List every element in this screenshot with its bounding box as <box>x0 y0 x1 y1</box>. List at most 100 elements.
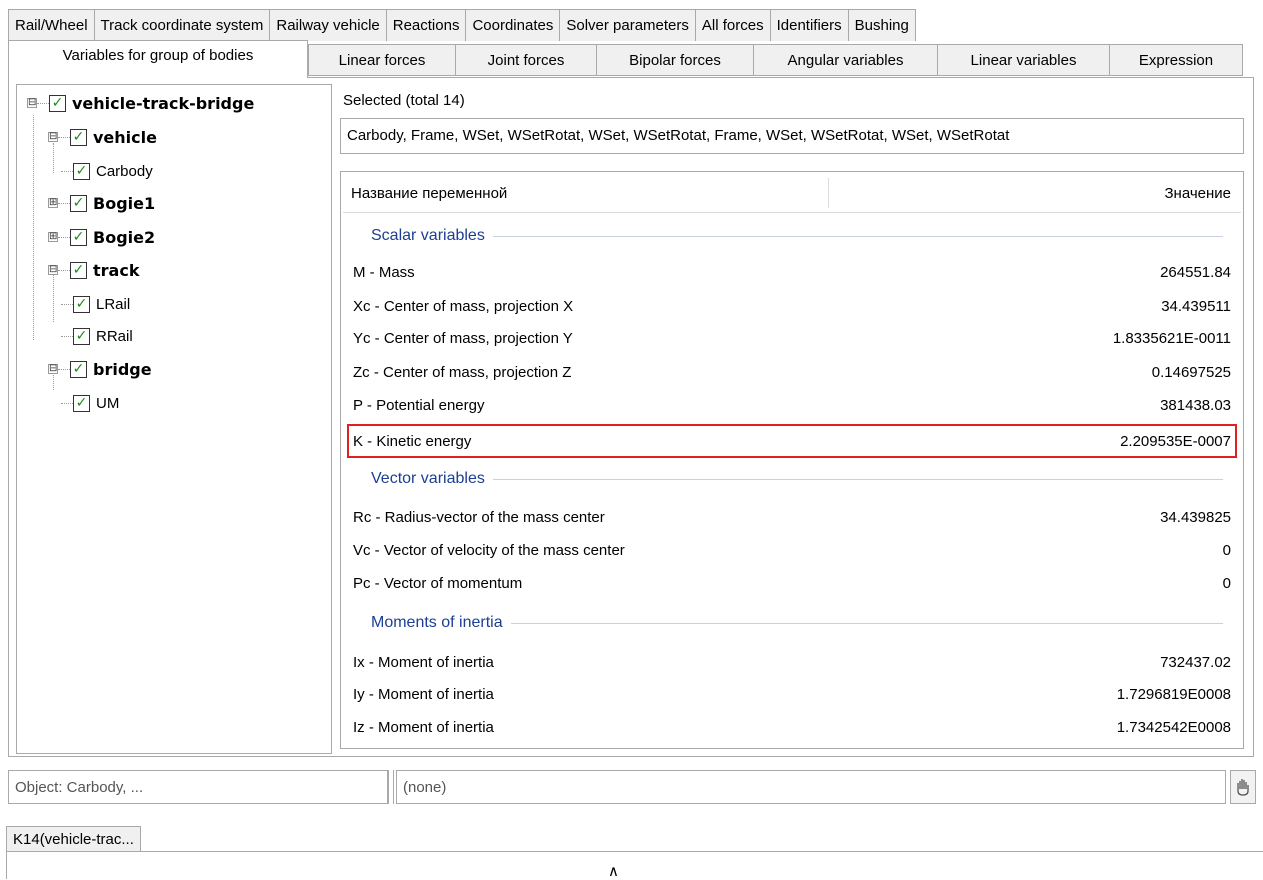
tree-node-vehicle[interactable]: ⊟ ✓ vehicle <box>48 126 157 148</box>
variable-value: 381438.03 <box>1160 396 1231 414</box>
hand-pointer-icon <box>1237 779 1249 796</box>
tab-bushing[interactable]: Bushing <box>847 9 916 41</box>
tree-node-lrail[interactable]: ✓ LRail <box>61 293 130 315</box>
expand-icon[interactable]: ⊞ <box>48 232 58 242</box>
tab-linear-forces[interactable]: Linear forces <box>308 44 456 76</box>
checkbox-vehicle-track-bridge[interactable]: ✓ <box>49 94 66 112</box>
tree-node-label: track <box>93 260 140 280</box>
variable-name: M - Mass <box>353 263 415 281</box>
tree-connector <box>58 368 70 370</box>
tab-track-coordinate-system[interactable]: Track coordinate system <box>93 9 271 41</box>
group-divider <box>510 622 1223 624</box>
tree-node-rrail[interactable]: ✓ RRail <box>61 325 133 347</box>
table-row[interactable]: Zc - Center of mass, projection Z 0.1469… <box>353 359 1231 385</box>
table-row-highlighted[interactable]: K - Kinetic energy 2.209535E-0007 <box>347 424 1237 458</box>
tab-reactions[interactable]: Reactions <box>385 9 467 41</box>
tree-node-label: Bogie1 <box>93 193 156 213</box>
tab-bipolar-forces[interactable]: Bipolar forces <box>596 44 754 76</box>
variable-value: 2.209535E-0007 <box>1120 432 1231 450</box>
group-title: Scalar variables <box>371 227 485 244</box>
variable-name: Vc - Vector of velocity of the mass cent… <box>353 541 625 559</box>
variable-value: 34.439511 <box>1161 297 1231 315</box>
collapse-icon[interactable]: ⊟ <box>48 265 58 275</box>
variable-name: Iy - Moment of inertia <box>353 685 494 703</box>
table-row[interactable]: Iy - Moment of inertia 1.7296819E0008 <box>353 681 1231 707</box>
table-row[interactable]: Pc - Vector of momentum 0 <box>353 570 1231 596</box>
tab-linear-variables[interactable]: Linear variables <box>937 44 1110 76</box>
column-header-value[interactable]: Значение <box>1164 185 1231 202</box>
tab-expression[interactable]: Expression <box>1109 44 1243 76</box>
tree-node-label: bridge <box>93 359 152 379</box>
tab-variables-for-group-of-bodies[interactable]: Variables for group of bodies <box>8 40 308 78</box>
checkbox-bogie2[interactable]: ✓ <box>70 228 87 246</box>
variable-value: 1.7296819E0008 <box>1116 685 1231 703</box>
group-title: Moments of inertia <box>371 614 503 631</box>
table-row[interactable]: Xc - Center of mass, projection X 34.439… <box>353 293 1231 319</box>
tree-node-label: Carbody <box>96 162 153 180</box>
group-header-vector: Vector variables <box>371 469 1223 489</box>
field-splitter[interactable] <box>388 770 394 804</box>
object-field[interactable]: Object: Carbody, ... <box>8 770 388 804</box>
tab-identifiers[interactable]: Identifiers <box>769 9 849 41</box>
checkbox-um[interactable]: ✓ <box>73 394 90 412</box>
table-row[interactable]: Iz - Moment of inertia 1.7342542E0008 <box>353 714 1231 740</box>
table-row[interactable]: Yc - Center of mass, projection Y 1.8335… <box>353 325 1231 351</box>
selected-title: Selected (total 14) <box>343 92 465 109</box>
checkbox-bridge[interactable]: ✓ <box>70 360 87 378</box>
tree-connector <box>58 136 70 138</box>
expand-icon[interactable]: ⊞ <box>48 198 58 208</box>
variable-value: 34.439825 <box>1160 508 1231 526</box>
tree-connector <box>58 269 70 271</box>
tab-solver-parameters[interactable]: Solver parameters <box>559 9 696 41</box>
collapse-icon[interactable]: ⊟ <box>48 364 58 374</box>
table-row[interactable]: Rc - Radius-vector of the mass center 34… <box>353 504 1231 530</box>
collapse-icon[interactable]: ⊟ <box>27 98 37 108</box>
tab-all-forces[interactable]: All forces <box>694 9 771 41</box>
checkbox-lrail[interactable]: ✓ <box>73 295 90 313</box>
tree-guide-line <box>33 115 34 340</box>
tree-connector <box>58 236 70 238</box>
table-row[interactable]: P - Potential energy 381438.03 <box>353 392 1231 418</box>
selected-bodies-field[interactable]: Carbody, Frame, WSet, WSetRotat, WSet, W… <box>340 118 1244 154</box>
tree-node-track[interactable]: ⊟ ✓ track <box>48 259 139 281</box>
result-area <box>6 851 1263 879</box>
tab-joint-forces[interactable]: Joint forces <box>455 44 597 76</box>
tree-node-bogie2[interactable]: ⊞ ✓ Bogie2 <box>48 226 155 248</box>
variable-value: 1.8335621E-0011 <box>1112 329 1231 347</box>
tab-railway-vehicle[interactable]: Railway vehicle <box>269 9 387 41</box>
variable-name: Rc - Radius-vector of the mass center <box>353 508 605 526</box>
checkbox-rrail[interactable]: ✓ <box>73 327 90 345</box>
tab-rail-wheel[interactable]: Rail/Wheel <box>8 9 95 41</box>
tab-coordinates[interactable]: Coordinates <box>465 9 561 41</box>
tab-angular-variables[interactable]: Angular variables <box>753 44 938 76</box>
tree-node-label: RRail <box>96 327 133 345</box>
collapse-icon[interactable]: ⊟ <box>48 132 58 142</box>
tree-connector <box>58 202 70 204</box>
column-separator[interactable] <box>828 178 829 208</box>
variable-name: K - Kinetic energy <box>353 432 472 450</box>
column-header-name[interactable]: Название переменной <box>351 185 507 202</box>
variable-name: Yc - Center of mass, projection Y <box>353 329 573 347</box>
pick-button[interactable] <box>1230 770 1256 804</box>
table-row[interactable]: Vc - Vector of velocity of the mass cent… <box>353 537 1231 563</box>
table-row[interactable]: Ix - Moment of inertia 732437.02 <box>353 649 1231 675</box>
body-tree[interactable]: ⊟ ✓ vehicle-track-bridge ⊟ ✓ vehicle ✓ C… <box>16 84 332 754</box>
checkbox-carbody[interactable]: ✓ <box>73 162 90 180</box>
result-tab-k14[interactable]: K14(vehicle-trac... <box>6 826 141 852</box>
checkbox-vehicle[interactable]: ✓ <box>70 128 87 146</box>
tree-node-bogie1[interactable]: ⊞ ✓ Bogie1 <box>48 192 155 214</box>
tree-node-bridge[interactable]: ⊟ ✓ bridge <box>48 358 152 380</box>
group-divider <box>492 235 1223 237</box>
variable-value: 1.7342542E0008 <box>1116 718 1231 736</box>
tab-row-top: Rail/Wheel Track coordinate system Railw… <box>8 9 916 41</box>
checkbox-bogie1[interactable]: ✓ <box>70 194 87 212</box>
table-row[interactable]: M - Mass 264551.84 <box>353 259 1231 285</box>
tree-connector <box>61 170 73 172</box>
tree-node-carbody[interactable]: ✓ Carbody <box>61 160 153 182</box>
expression-field[interactable]: (none) <box>396 770 1226 804</box>
variable-name: Ix - Moment of inertia <box>353 653 494 671</box>
checkbox-track[interactable]: ✓ <box>70 261 87 279</box>
table-header: Название переменной Значение <box>343 174 1241 213</box>
tree-node-vehicle-track-bridge[interactable]: ⊟ ✓ vehicle-track-bridge <box>27 92 254 114</box>
tree-node-um[interactable]: ✓ UM <box>61 392 119 414</box>
